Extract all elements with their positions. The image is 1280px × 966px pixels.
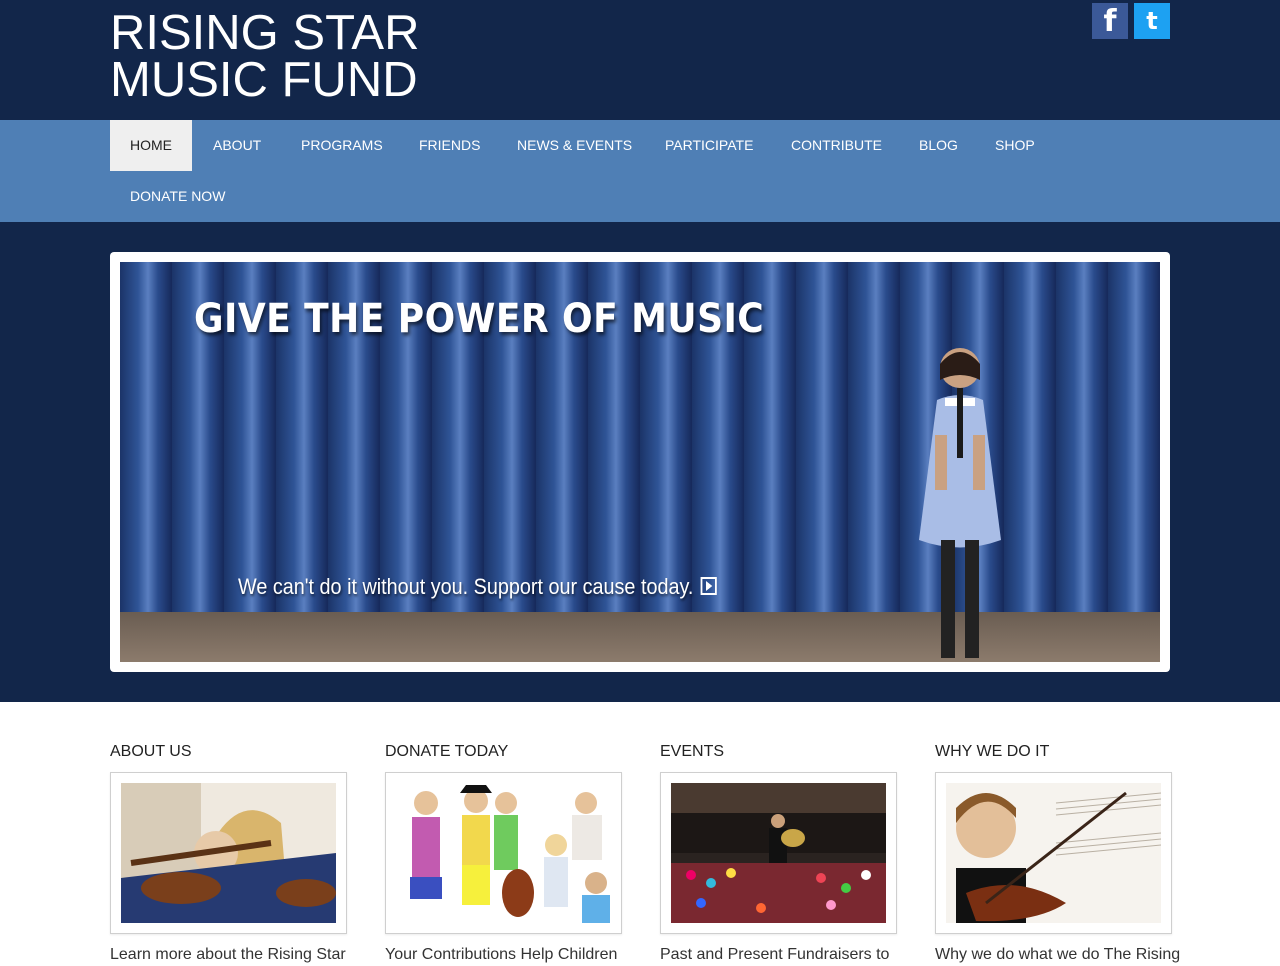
children-violin-image — [121, 783, 336, 923]
card-title[interactable]: WHY WE DO IT — [935, 742, 1172, 772]
card-donate-today: DONATE TODAY Your Contributions Help Chi… — [385, 742, 622, 966]
card-text: Learn more about the Rising Star — [110, 946, 346, 963]
card-title[interactable]: DONATE TODAY — [385, 742, 622, 772]
facebook-icon[interactable]: f — [1092, 3, 1128, 39]
nav-item-programs[interactable]: PROGRAMS — [281, 120, 403, 171]
twitter-icon[interactable]: t — [1134, 3, 1170, 39]
hero-cta-text: We can't do it without you. Support our … — [238, 574, 694, 599]
nav-item-about[interactable]: ABOUT — [193, 120, 281, 171]
play-icon — [700, 577, 717, 595]
hero-frame: GIVE THE POWER OF MUSIC We can't do it w… — [110, 252, 1170, 672]
nav-item-participate[interactable]: PARTICIPATE — [645, 120, 773, 171]
card-text: Your Contributions Help Children — [385, 946, 618, 963]
nav-item-friends[interactable]: FRIENDS — [399, 120, 500, 171]
site-title-line2: MUSIC FUND — [110, 53, 418, 107]
site-header: RISING STAR MUSIC FUND f t — [0, 0, 1280, 120]
main-nav: HOME ABOUT PROGRAMS FRIENDS NEWS & EVENT… — [0, 120, 1280, 222]
hero-headline: GIVE THE POWER OF MUSIC — [194, 296, 765, 342]
site-title-line1: RISING STAR — [110, 6, 420, 60]
nav-item-donate-now[interactable]: DONATE NOW — [110, 171, 245, 222]
girl-with-recorder-image — [919, 348, 1001, 658]
hero-cta-link[interactable]: We can't do it without you. Support our … — [238, 574, 717, 600]
orchestra-event-image — [671, 783, 886, 923]
nav-item-news-events[interactable]: NEWS & EVENTS — [497, 120, 652, 171]
kids-with-instruments-image — [396, 783, 611, 923]
card-events: EVENTS Past and Present Fundraisers to — [660, 742, 897, 966]
card-text: Past and Present Fundraisers to — [660, 946, 890, 963]
card-why-we-do-it: WHY WE DO IT Why we do what we do The Ri… — [935, 742, 1181, 966]
card-image-frame[interactable] — [935, 772, 1172, 934]
card-text: Why we do what we do The Rising — [935, 946, 1181, 963]
nav-item-contribute[interactable]: CONTRIBUTE — [771, 120, 902, 171]
hero-banner[interactable]: GIVE THE POWER OF MUSIC We can't do it w… — [120, 262, 1160, 662]
nav-item-shop[interactable]: SHOP — [975, 120, 1055, 171]
nav-item-home[interactable]: HOME — [110, 120, 192, 171]
hero-section: GIVE THE POWER OF MUSIC We can't do it w… — [0, 222, 1280, 702]
card-title[interactable]: ABOUT US — [110, 742, 347, 772]
site-title[interactable]: RISING STAR MUSIC FUND — [110, 6, 420, 107]
nav-item-blog[interactable]: BLOG — [899, 120, 978, 171]
card-title[interactable]: EVENTS — [660, 742, 897, 772]
card-image-frame[interactable] — [385, 772, 622, 934]
card-about-us: ABOUT US Learn more about the Rising Sta… — [110, 742, 347, 966]
card-image-frame[interactable] — [110, 772, 347, 934]
boy-violin-image — [946, 783, 1162, 923]
card-image-frame[interactable] — [660, 772, 897, 934]
